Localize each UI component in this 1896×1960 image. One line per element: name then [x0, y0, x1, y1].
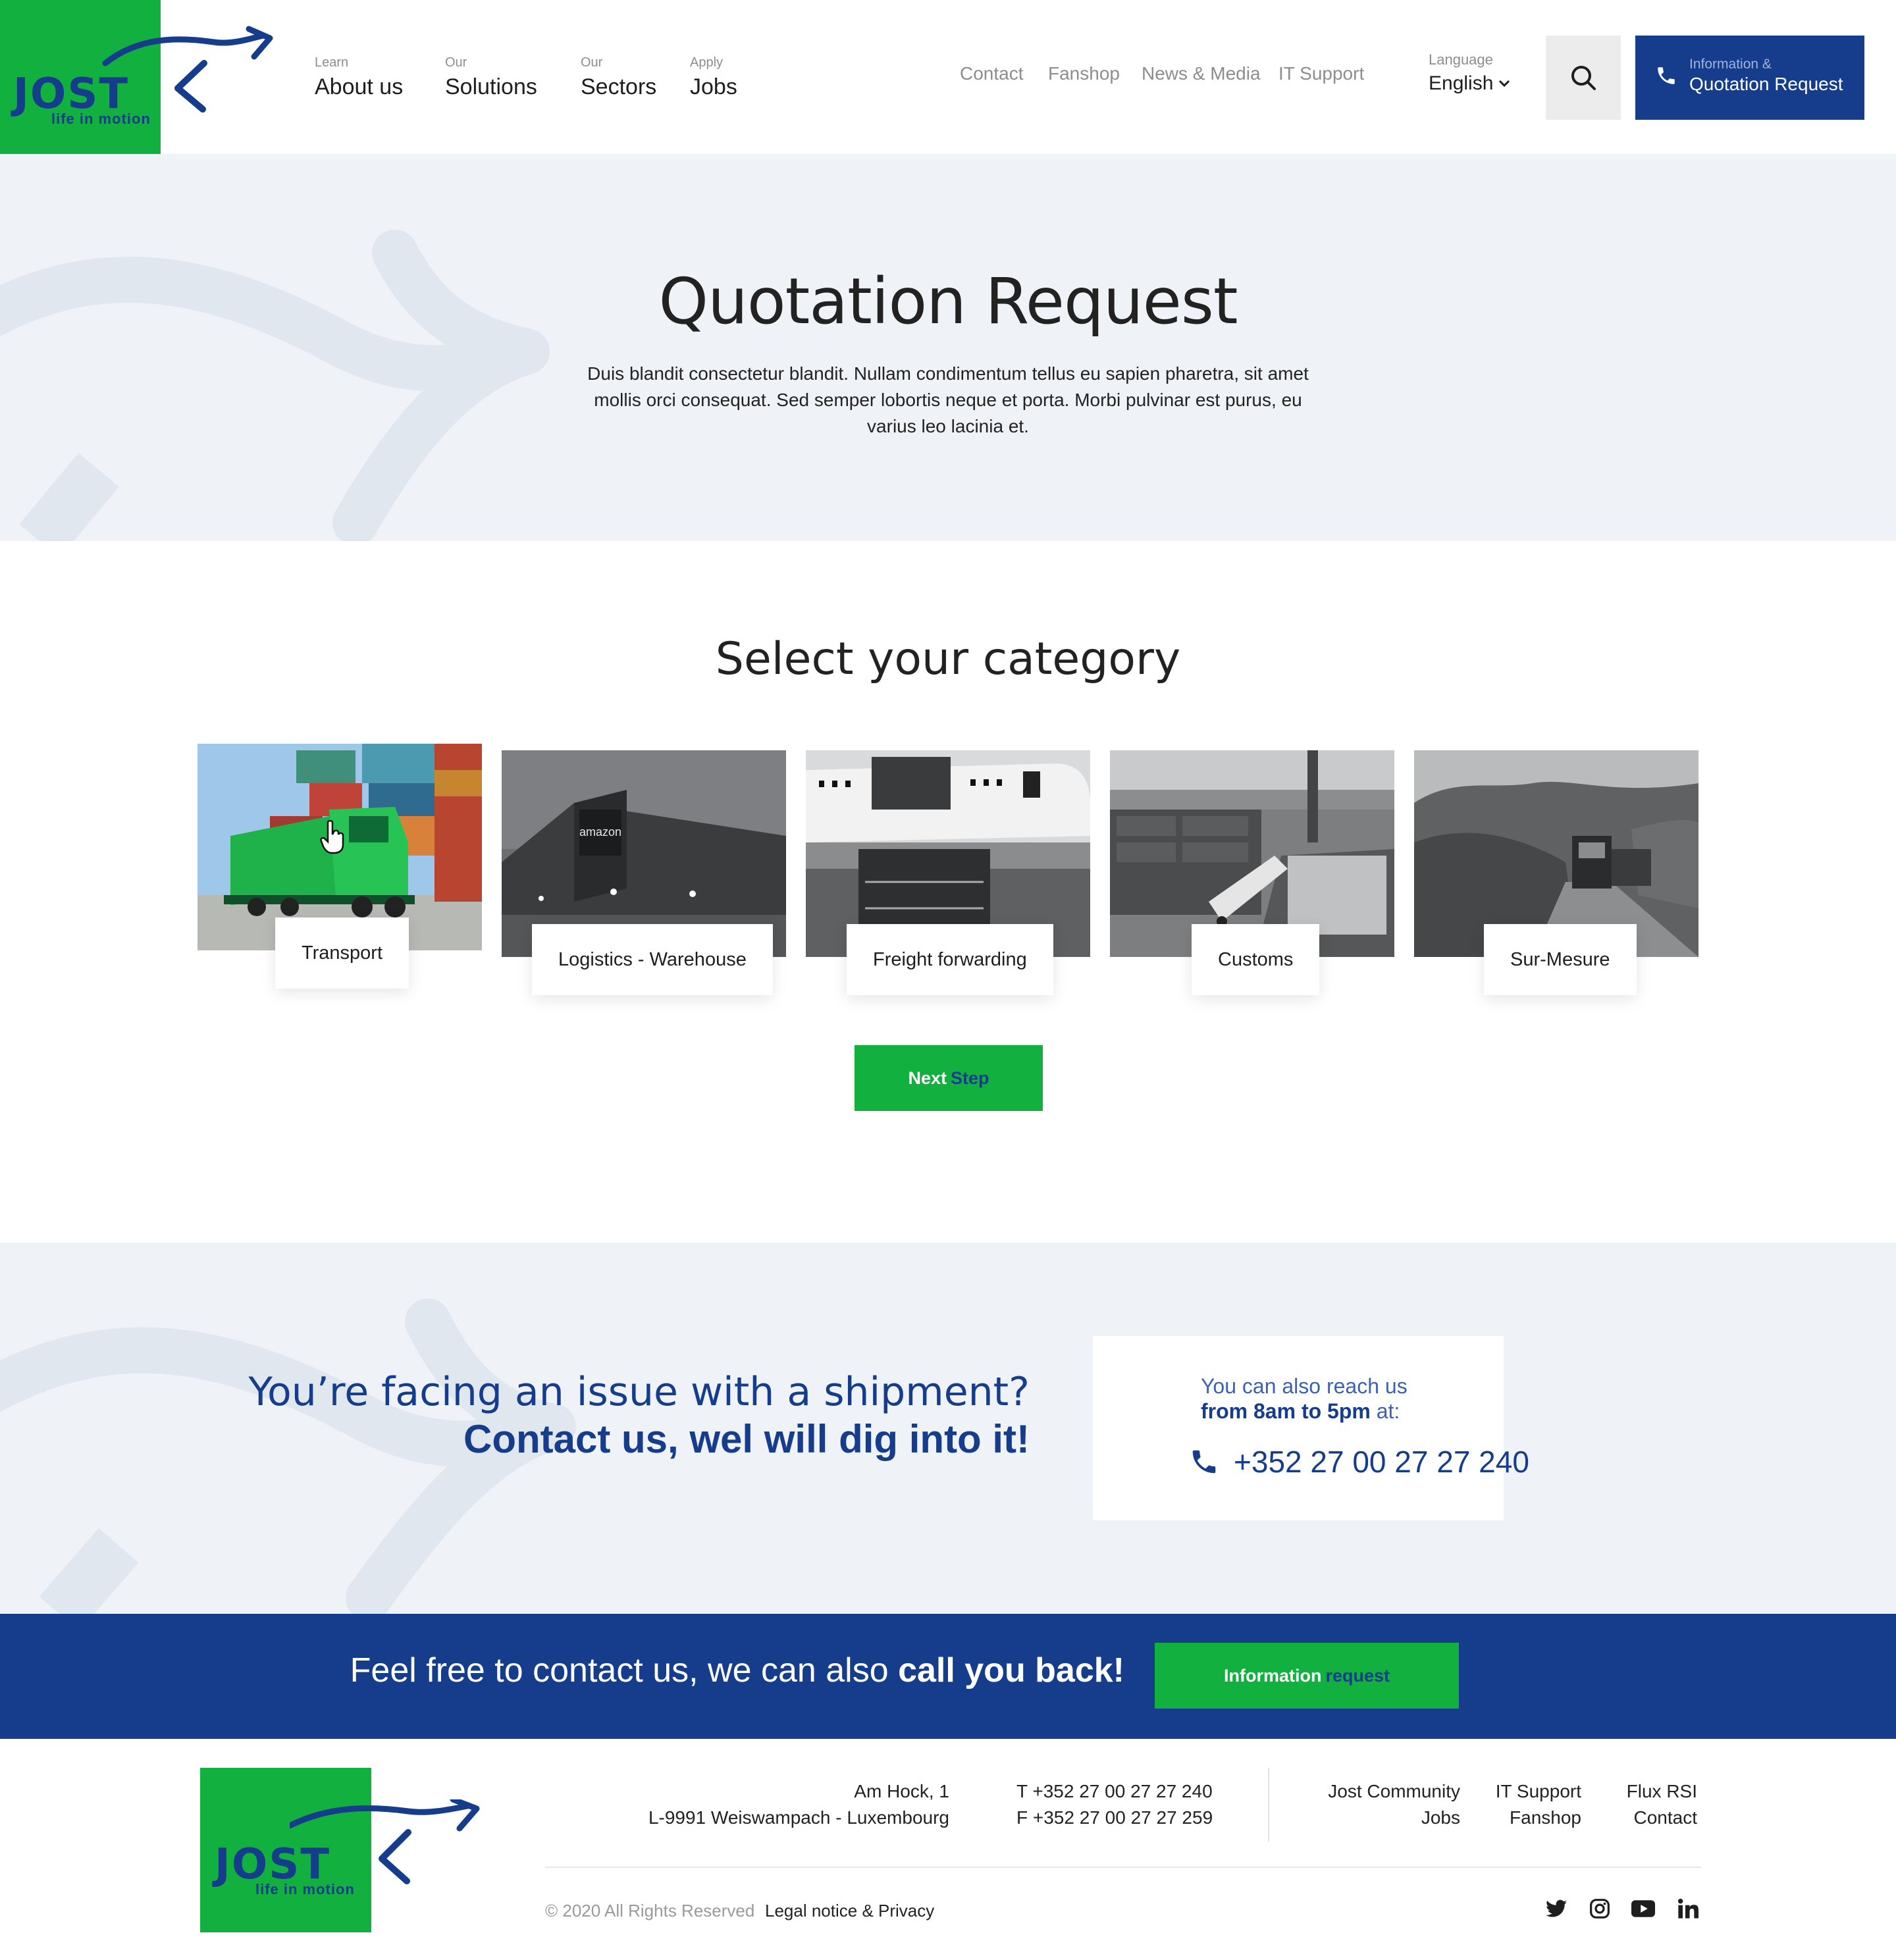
phone-number: +352 27 00 27 27 240 [1234, 1445, 1529, 1479]
nav-sectors[interactable]: Our Sectors [581, 55, 656, 108]
nav-about-us[interactable]: Learn About us [315, 55, 403, 108]
nav-news-media[interactable]: News & Media [1142, 63, 1261, 84]
category-card-logistics-warehouse[interactable]: amazon Logistics - Warehouse [502, 750, 786, 995]
search-icon [1571, 66, 1596, 90]
nav-solutions[interactable]: Our Solutions [445, 55, 537, 108]
kangaroo-watermark-icon [0, 230, 550, 541]
category-card-sur-mesure[interactable]: Sur-Mesure [1414, 750, 1698, 995]
nav-small-label: Apply [690, 55, 724, 70]
quote-button-small-label: Information & [1689, 57, 1772, 72]
banner-text-regular: Feel free to contact us, we can also [350, 1651, 889, 1689]
site-footer: JOST life in motion Am Hock, 1 L-9991 We… [0, 1739, 1896, 1960]
nav-small-label: Our [445, 55, 467, 70]
nav-fanshop[interactable]: Fanshop [1048, 63, 1120, 84]
footer-links-col2: IT Support Fanshop [1496, 1778, 1581, 1831]
hand-cursor-icon [320, 820, 344, 854]
footer-link-flux-rsi[interactable]: Flux RSI [1627, 1778, 1697, 1805]
issue-heading-line1: You’re facing an issue with a shipment? [248, 1369, 1030, 1415]
language-selector[interactable]: Language English [1429, 51, 1510, 95]
footer-link-fanshop[interactable]: Fanshop [1496, 1805, 1581, 1831]
banner-text-strong: call you back! [898, 1651, 1124, 1689]
twitter-icon[interactable] [1544, 1897, 1568, 1921]
svg-text:amazon: amazon [579, 825, 621, 838]
category-label: Sur-Mesure [1484, 924, 1637, 995]
callback-banner: Feel free to contact us, we can also cal… [0, 1614, 1896, 1739]
footer-links-col1: Jost Community Jobs [1328, 1778, 1460, 1831]
footer-link-contact[interactable]: Contact [1627, 1805, 1698, 1831]
footer-copyright: © 2020 All Rights Reserved [545, 1901, 755, 1921]
info-button-part2: request [1325, 1665, 1390, 1686]
phone-icon [1192, 1450, 1216, 1474]
nav-label: About us [315, 74, 404, 99]
reach-us-hours: from 8am to 5pm [1201, 1399, 1371, 1423]
footer-phone-fax: T +352 27 00 27 27 240 F +352 27 00 27 2… [1016, 1778, 1213, 1831]
hero-description: Duis blandit consectetur blandit. Nullam… [587, 363, 1309, 436]
reach-us-card: You can also reach us from 8am to 5pm at… [1093, 1336, 1529, 1520]
category-card-freight-forwarding[interactable]: Freight forwarding [806, 750, 1090, 995]
category-label: Customs [1192, 924, 1320, 995]
reach-us-line1: You can also reach us [1201, 1374, 1408, 1398]
info-button-part1: Information [1223, 1665, 1322, 1686]
linkedin-icon[interactable] [1676, 1897, 1700, 1921]
language-label: Language [1429, 51, 1493, 68]
next-step-label-part2: Step [951, 1068, 989, 1088]
footer-links-col3: Flux RSI Contact [1627, 1778, 1697, 1831]
footer-link-jost-community[interactable]: Jost Community [1328, 1778, 1460, 1805]
footer-divider [1268, 1768, 1269, 1842]
nav-it-support[interactable]: IT Support [1278, 63, 1364, 84]
category-section-title: Select your category [715, 633, 1181, 685]
next-step-button[interactable]: Next Step [855, 1045, 1043, 1111]
footer-legal-link[interactable]: Legal notice & Privacy [765, 1901, 934, 1921]
footer-fax: F +352 27 00 27 27 259 [1016, 1807, 1213, 1828]
quotation-request-button[interactable]: Information & Quotation Request [1635, 36, 1864, 120]
hero-section: Quotation Request Duis blandit consectet… [0, 154, 1896, 541]
footer-address: Am Hock, 1 L-9991 Weiswampach - Luxembou… [648, 1778, 949, 1831]
next-step-label-part1: Next [908, 1068, 947, 1088]
kangaroo-swoosh-icon [102, 26, 273, 113]
phone-icon [1658, 67, 1675, 84]
quote-button-label: Quotation Request [1689, 74, 1843, 94]
nav-jobs[interactable]: Apply Jobs [690, 55, 737, 108]
nav-small-label: Our [581, 55, 603, 70]
footer-tel[interactable]: T +352 27 00 27 27 240 [1016, 1778, 1213, 1805]
category-card-customs[interactable]: Customs [1110, 750, 1394, 995]
nav-label: Jobs [690, 74, 737, 99]
category-label: Transport [275, 917, 409, 989]
kangaroo-swoosh-icon [290, 1799, 480, 1884]
footer-separator [545, 1867, 1701, 1868]
reach-us-at: at: [1376, 1399, 1400, 1423]
footer-link-jobs[interactable]: Jobs [1328, 1805, 1460, 1831]
nav-label: Sectors [581, 74, 657, 99]
shipment-issue-section: You’re facing an issue with a shipment? … [0, 1243, 1896, 1614]
category-label: Logistics - Warehouse [532, 924, 773, 995]
footer-link-it-support[interactable]: IT Support [1496, 1778, 1581, 1805]
search-button[interactable] [1546, 36, 1621, 120]
reach-us-phone[interactable]: +352 27 00 27 27 240 [1189, 1444, 1529, 1480]
information-request-button[interactable]: Information request [1155, 1643, 1459, 1709]
banner-text: Feel free to contact us, we can also cal… [350, 1651, 1124, 1690]
nav-small-label: Learn [315, 55, 349, 70]
site-header: JOST life in motion Learn About us Our S… [0, 0, 1896, 154]
instagram-icon[interactable] [1588, 1897, 1612, 1921]
page-title: Quotation Request [658, 265, 1238, 338]
issue-heading-line2: Contact us, wel will dig into it! [463, 1417, 1030, 1461]
nav-contact[interactable]: Contact [960, 63, 1024, 84]
nav-label: Solutions [445, 74, 537, 99]
chevron-down-icon [1499, 80, 1510, 88]
language-value: English [1429, 72, 1494, 94]
category-label: Freight forwarding [847, 924, 1053, 995]
category-card-transport[interactable]: Transport [198, 744, 482, 989]
address-line1: Am Hock, 1 [854, 1781, 949, 1801]
address-line2: L-9991 Weiswampach - Luxembourg [648, 1807, 949, 1828]
youtube-icon[interactable] [1631, 1897, 1655, 1921]
